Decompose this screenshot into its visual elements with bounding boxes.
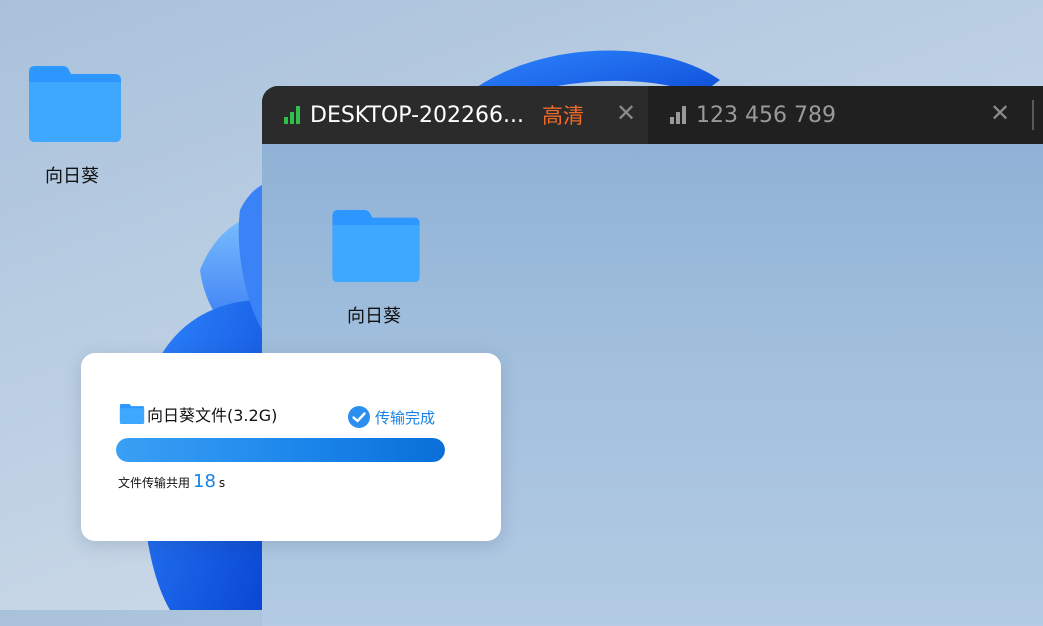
- duration-value: 18: [193, 471, 216, 492]
- tab-divider: [1032, 100, 1034, 130]
- duration-label: 文件传输共用: [118, 476, 191, 490]
- transfer-status: 传输完成: [347, 405, 435, 429]
- close-tab-icon[interactable]: ✕: [616, 99, 636, 127]
- signal-strength-icon: [284, 106, 300, 124]
- transfer-duration: 文件传输共用 18 s: [118, 471, 225, 492]
- check-circle-icon: [348, 406, 370, 428]
- duration-unit: s: [218, 476, 226, 490]
- remote-folder-label: 向日葵: [347, 306, 401, 327]
- folder-icon: [331, 210, 420, 282]
- hd-quality-badge[interactable]: 高清: [542, 100, 584, 130]
- transfer-status-label: 传输完成: [375, 408, 436, 427]
- tab-desktop-session[interactable]: DESKTOP-202266... 高清 ✕: [262, 86, 648, 144]
- tab-bar: DESKTOP-202266... 高清 ✕ 123 456 789 ✕: [262, 86, 1043, 144]
- signal-strength-icon: [670, 106, 686, 124]
- remote-folder[interactable]: 向日葵: [326, 210, 422, 328]
- tab-id-session[interactable]: 123 456 789 ✕: [648, 86, 1040, 144]
- transfer-progress-fill: [116, 438, 445, 462]
- file-transfer-card: 向日葵文件(3.2G) 传输完成 文件传输共用 18 s: [81, 353, 501, 541]
- desktop-folder[interactable]: 向日葵: [20, 66, 124, 188]
- desktop-folder-label: 向日葵: [45, 166, 99, 187]
- tab-title: 123 456 789: [696, 102, 836, 128]
- folder-icon: [119, 404, 145, 424]
- transfer-file-name: 向日葵文件(3.2G): [147, 406, 278, 425]
- tab-title: DESKTOP-202266...: [310, 102, 524, 128]
- transfer-file-row: 向日葵文件(3.2G): [119, 402, 277, 426]
- folder-icon: [29, 66, 121, 142]
- transfer-progress-bar: [116, 438, 445, 462]
- close-tab-icon[interactable]: ✕: [990, 99, 1010, 127]
